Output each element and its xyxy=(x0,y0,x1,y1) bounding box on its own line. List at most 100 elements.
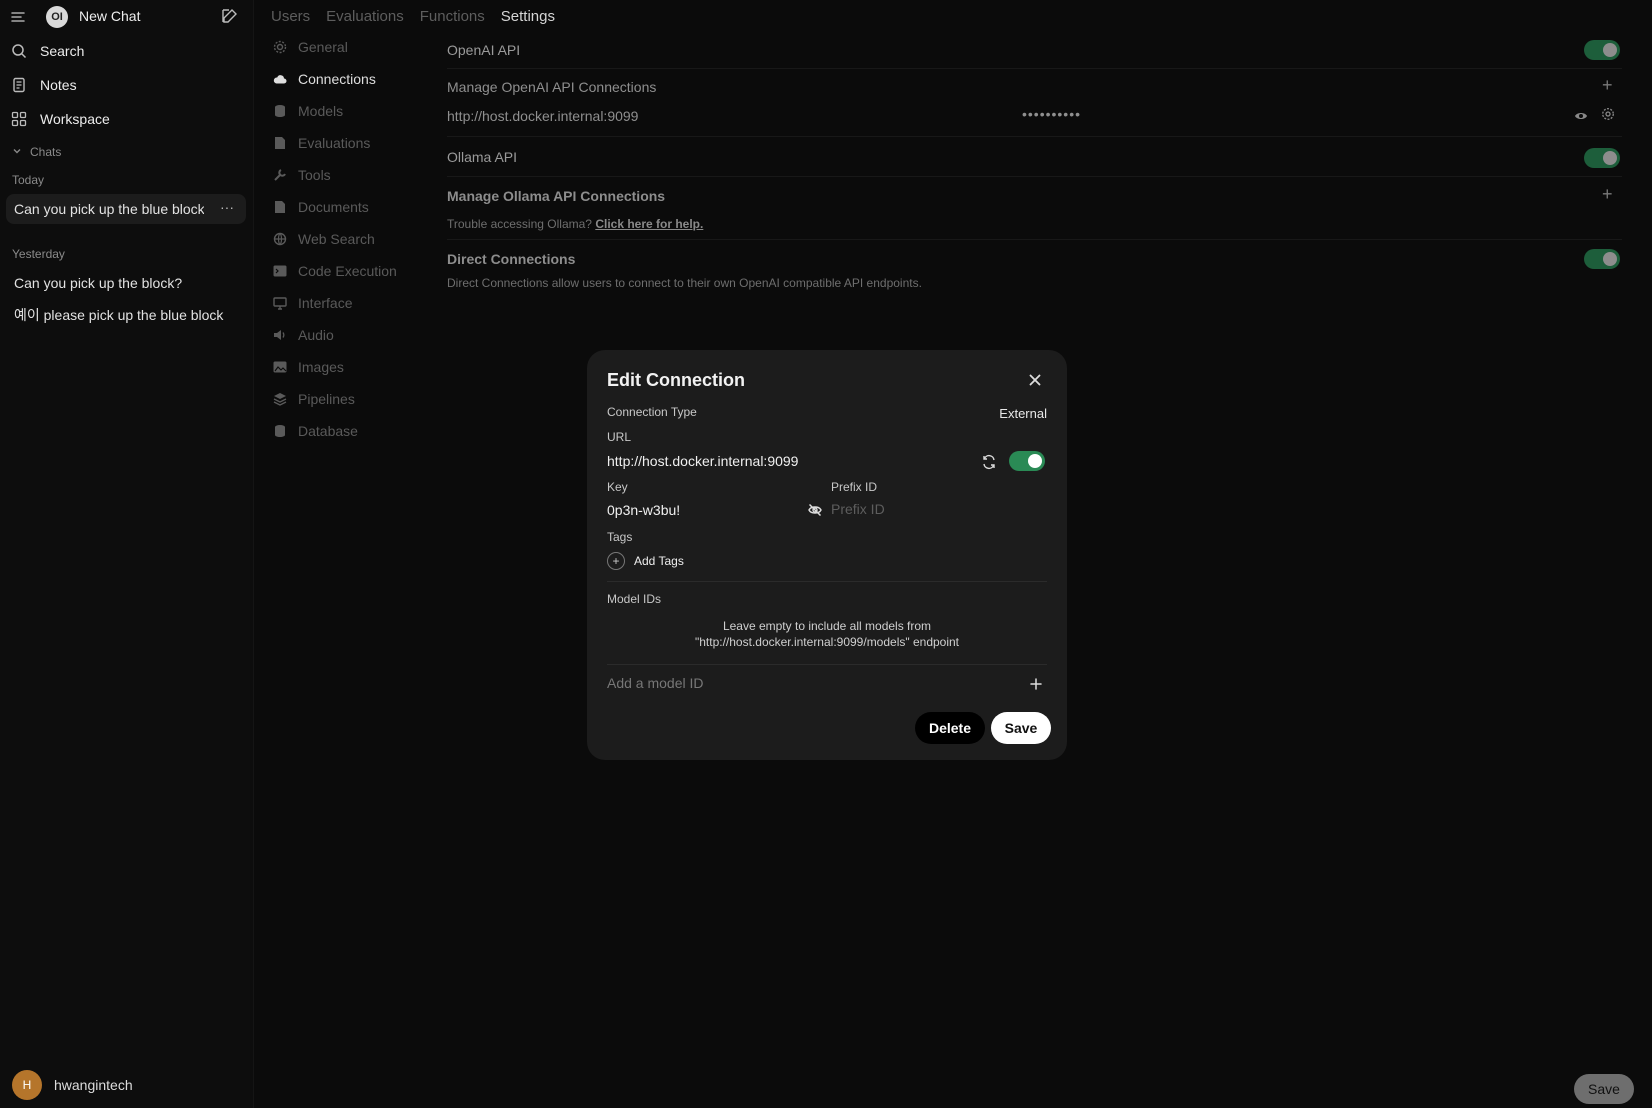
eye-off-icon[interactable] xyxy=(807,502,823,518)
new-chat-edit-icon[interactable] xyxy=(220,6,242,28)
more-options-icon[interactable]: ··· xyxy=(220,199,234,215)
add-model-plus-icon[interactable] xyxy=(1028,676,1044,692)
settings-nav-label: Database xyxy=(298,423,358,439)
model-ids-hint-line: Leave empty to include all models from xyxy=(722,619,932,633)
today-label: Today xyxy=(12,173,45,187)
cloud-icon xyxy=(272,71,288,87)
divider xyxy=(447,136,1622,137)
plus-icon: + xyxy=(607,552,625,570)
settings-nav-label: Pipelines xyxy=(298,391,355,407)
user-menu[interactable]: H hwangintech xyxy=(12,1070,133,1100)
openai-api-toggle[interactable] xyxy=(1584,40,1620,60)
settings-nav-label: Images xyxy=(298,359,344,375)
divider xyxy=(447,239,1622,240)
settings-nav-label: Documents xyxy=(298,199,369,215)
delete-button[interactable]: Delete xyxy=(915,712,985,744)
sidebar-header: OI New Chat xyxy=(0,0,254,34)
sidebar-item-notes[interactable]: Notes xyxy=(10,71,246,99)
settings-nav-label: Connections xyxy=(298,71,376,87)
eye-icon[interactable] xyxy=(1574,109,1588,127)
database-icon xyxy=(272,103,288,119)
openai-url[interactable]: http://host.docker.internal:9099 xyxy=(447,108,638,124)
url-enabled-toggle[interactable] xyxy=(1009,451,1045,471)
avatar: H xyxy=(12,1070,42,1100)
ollama-api-label: Ollama API xyxy=(447,149,518,165)
openai-api-label: OpenAI API xyxy=(447,42,521,58)
sidebar-item-search[interactable]: Search xyxy=(10,37,246,65)
url-field[interactable]: http://host.docker.internal:9099 xyxy=(607,453,798,469)
terminal-icon xyxy=(272,263,288,279)
direct-connections-label: Direct Connections xyxy=(447,251,576,267)
ollama-help: Trouble accessing Ollama? Click here for… xyxy=(447,217,703,231)
sidebar-item-label: Notes xyxy=(40,77,77,93)
close-icon[interactable] xyxy=(1027,372,1043,388)
ollama-help-link[interactable]: Click here for help. xyxy=(595,217,703,231)
settings-nav-general[interactable]: General xyxy=(272,36,348,58)
settings-nav-label: General xyxy=(298,39,348,55)
ollama-help-text: Trouble accessing Ollama? xyxy=(447,217,592,231)
settings-nav-database[interactable]: Database xyxy=(272,420,358,442)
chat-item[interactable]: Can you pick up the blue block ··· xyxy=(6,194,246,224)
settings-nav-audio[interactable]: Audio xyxy=(272,324,334,346)
chats-section-label: Chats xyxy=(30,145,62,159)
tab-users[interactable]: Users xyxy=(271,8,310,25)
add-tags-button[interactable]: + Add Tags xyxy=(607,552,684,570)
add-model-id-input[interactable] xyxy=(607,675,1007,691)
settings-save-button[interactable]: Save xyxy=(1574,1074,1634,1104)
settings-nav-label: Code Execution xyxy=(298,263,397,279)
prefix-id-input[interactable] xyxy=(831,501,1021,517)
settings-nav-web-search[interactable]: Web Search xyxy=(272,228,375,250)
openai-key-masked[interactable]: •••••••••• xyxy=(1022,106,1081,122)
chat-item[interactable]: Can you pick up the block? xyxy=(6,268,246,298)
ollama-api-toggle[interactable] xyxy=(1584,148,1620,168)
gear-icon xyxy=(272,39,288,55)
settings-nav-images[interactable]: Images xyxy=(272,356,344,378)
settings-nav-documents[interactable]: Documents xyxy=(272,196,369,218)
settings-nav-pipelines[interactable]: Pipelines xyxy=(272,388,355,410)
settings-nav-label: Models xyxy=(298,103,344,119)
username: hwangintech xyxy=(54,1077,133,1093)
key-field[interactable]: 0p3n-w3bu! xyxy=(607,502,680,518)
app-logo[interactable]: OI xyxy=(46,6,68,28)
chats-section-toggle[interactable]: Chats xyxy=(12,145,61,159)
yesterday-label: Yesterday xyxy=(12,247,65,261)
direct-connections-toggle[interactable] xyxy=(1584,249,1620,269)
settings-nav-connections[interactable]: Connections xyxy=(272,68,376,90)
add-ollama-connection-icon[interactable]: + xyxy=(1602,184,1613,205)
settings-nav-evaluations[interactable]: Evaluations xyxy=(272,132,370,154)
settings-nav-models[interactable]: Models xyxy=(272,100,343,122)
document-icon xyxy=(272,199,288,215)
connection-type-label: Connection Type xyxy=(607,405,697,419)
divider xyxy=(447,68,1622,69)
key-label: Key xyxy=(607,480,628,494)
speaker-icon xyxy=(272,327,288,343)
monitor-icon xyxy=(272,295,288,311)
new-chat-link[interactable]: New Chat xyxy=(79,8,140,24)
settings-nav-interface[interactable]: Interface xyxy=(272,292,352,314)
notes-icon xyxy=(10,76,28,94)
settings-nav-tools[interactable]: Tools xyxy=(272,164,331,186)
connection-type-value[interactable]: External xyxy=(999,406,1047,421)
model-ids-label: Model IDs xyxy=(607,592,662,606)
globe-icon xyxy=(272,231,288,247)
chat-item[interactable]: 예이 please pick up the blue block xyxy=(6,300,246,330)
refresh-icon[interactable] xyxy=(981,454,997,470)
menu-icon[interactable] xyxy=(8,7,28,27)
settings-nav-label: Audio xyxy=(298,327,334,343)
save-button[interactable]: Save xyxy=(991,712,1051,744)
edit-connection-modal: Edit Connection Connection Type External… xyxy=(587,350,1067,760)
gear-icon[interactable] xyxy=(1601,107,1615,126)
sidebar-item-workspace[interactable]: Workspace xyxy=(10,105,246,133)
divider xyxy=(607,581,1047,582)
database-icon xyxy=(272,423,288,439)
sidebar-item-label: Workspace xyxy=(40,111,110,127)
tab-evaluations[interactable]: Evaluations xyxy=(326,8,404,25)
layers-icon xyxy=(272,391,288,407)
chat-item-title: Can you pick up the blue block xyxy=(14,201,204,217)
modal-title: Edit Connection xyxy=(607,370,745,390)
add-openai-connection-icon[interactable]: + xyxy=(1602,75,1613,96)
divider xyxy=(447,176,1622,177)
wrench-icon xyxy=(272,167,288,183)
image-icon xyxy=(272,359,288,375)
settings-nav-code-execution[interactable]: Code Execution xyxy=(272,260,397,282)
